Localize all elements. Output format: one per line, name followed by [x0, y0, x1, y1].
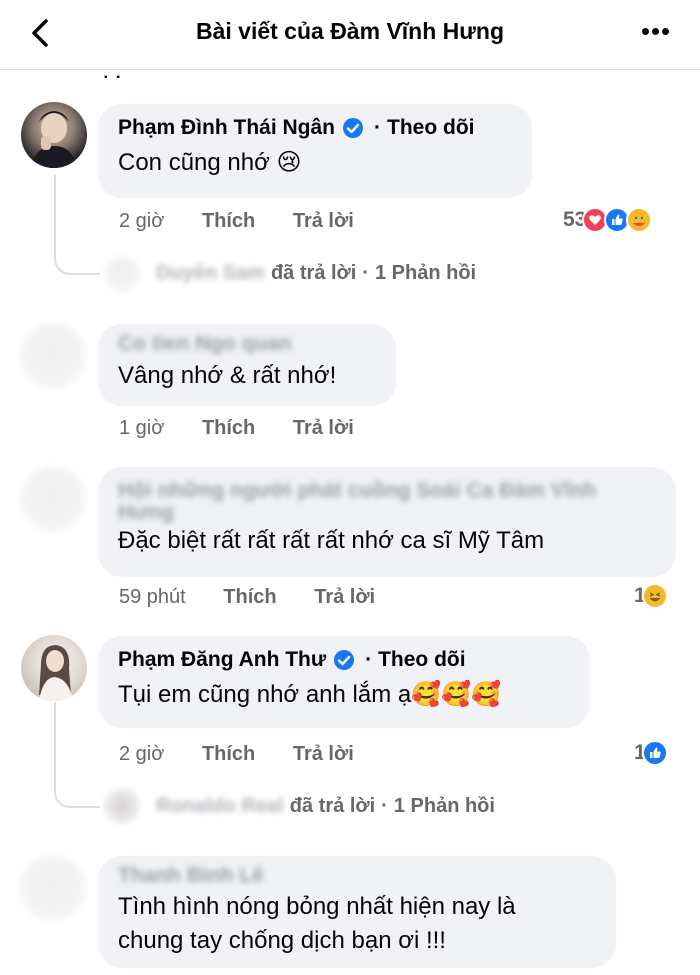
- reply-button[interactable]: Trả lời: [293, 210, 354, 233]
- crying-emoji: 😢: [276, 149, 302, 176]
- comment-bubble: Phạm Đình Thái Ngân · Theo dõi Con cũng …: [98, 104, 532, 198]
- timestamp: 2 giờ: [119, 210, 165, 232]
- comment-author[interactable]: Thanh Bình Lê: [118, 864, 596, 888]
- avatar[interactable]: [21, 102, 87, 168]
- replies-summary[interactable]: Ronaldo Real đã trả lời · 1 Phản hồi: [142, 795, 495, 818]
- comment-author[interactable]: Hội những người phát cuồng Soái Ca Đàm V…: [118, 479, 656, 503]
- reaction-summary[interactable]: 1: [634, 740, 668, 766]
- reply-action: đã trả lời: [289, 795, 376, 817]
- cut-off-content: ▪ ▪: [104, 72, 123, 83]
- comment-author[interactable]: Phạm Đăng Anh Thư · Theo dõi: [118, 648, 570, 672]
- reaction-summary[interactable]: 1: [634, 583, 668, 609]
- follow-link[interactable]: Theo dõi: [378, 648, 466, 672]
- comment-meta: 1 giờ Thích Trả lời: [119, 417, 354, 440]
- like-button[interactable]: Thích: [202, 210, 255, 233]
- avatar[interactable]: [20, 323, 86, 389]
- comment-author[interactable]: Phạm Đình Thái Ngân · Theo dõi: [118, 116, 512, 140]
- care-icon: [626, 207, 653, 233]
- comment-meta: 59 phút Thích Trả lời: [119, 586, 375, 609]
- comment-meta: 2 giờ Thích Trả lời: [119, 743, 354, 766]
- reaction-summary[interactable]: 53: [563, 207, 653, 233]
- avatar[interactable]: [20, 466, 86, 532]
- page-title: Bài viết của Đàm Vĩnh Hưng: [195, 18, 505, 44]
- reply-button[interactable]: Trả lời: [293, 417, 354, 440]
- reply-button[interactable]: Trả lời: [293, 743, 354, 766]
- comment-author[interactable]: Co tien Ngo quan: [118, 332, 376, 356]
- reply-count: 1 Phản hồi: [374, 262, 477, 284]
- comment-meta: 2 giờ Thích Trả lời: [119, 210, 354, 233]
- verified-badge-icon: [334, 650, 355, 670]
- reply-count: 1 Phản hồi: [393, 795, 495, 817]
- timestamp: 2 giờ: [119, 743, 165, 765]
- thread-connector: [54, 175, 100, 275]
- reply-action: đã trả lời: [270, 262, 357, 284]
- thread-connector: [54, 702, 100, 808]
- like-button[interactable]: Thích: [223, 586, 276, 609]
- reply-author: Duyên Sam: [156, 262, 265, 284]
- top-bar: Bài viết của Đàm Vĩnh Hưng: [0, 0, 700, 70]
- follow-link[interactable]: Theo dõi: [387, 116, 475, 140]
- timestamp: 59 phút: [119, 586, 186, 608]
- comment-bubble: Co tien Ngo quan Vâng nhớ & rất nhớ!: [98, 324, 396, 406]
- reply-button[interactable]: Trả lời: [314, 586, 375, 609]
- reply-avatar: [104, 256, 140, 292]
- verified-badge-icon: [343, 118, 364, 138]
- replies-summary[interactable]: Duyên Sam đã trả lời · 1 Phản hồi: [142, 262, 476, 285]
- like-button[interactable]: Thích: [202, 743, 255, 766]
- like-icon: [641, 740, 668, 766]
- reply-avatar: [104, 788, 140, 824]
- timestamp: 1 giờ: [119, 417, 165, 439]
- avatar[interactable]: [20, 855, 86, 921]
- comment-text: Con cũng nhớ 😢: [118, 149, 302, 176]
- comment-bubble: Hội những người phát cuồng Soái Ca Đàm V…: [98, 467, 676, 577]
- smiling-hearts-emoji: 🥰🥰🥰: [411, 681, 501, 708]
- comment-bubble: Phạm Đăng Anh Thư · Theo dõi Tụi em cũng…: [98, 636, 590, 728]
- comment-text: Tụi em cũng nhớ anh lắm ạ🥰🥰🥰: [118, 681, 501, 708]
- haha-icon: [641, 583, 668, 609]
- more-options-icon[interactable]: [642, 22, 676, 42]
- like-button[interactable]: Thích: [202, 417, 255, 440]
- avatar[interactable]: [21, 635, 87, 701]
- reply-author: Ronaldo Real: [156, 795, 284, 817]
- comment-text: Tình hình nóng bỏng nhất hiện nay là chu…: [118, 893, 516, 954]
- comment-text: Vâng nhớ & rất nhớ!: [118, 362, 337, 389]
- comment-text: Đặc biệt rất rất rất rất nhớ ca sĩ Mỹ Tâ…: [118, 527, 545, 554]
- comment-bubble: Thanh Bình Lê Tình hình nóng bỏng nhất h…: [98, 856, 616, 968]
